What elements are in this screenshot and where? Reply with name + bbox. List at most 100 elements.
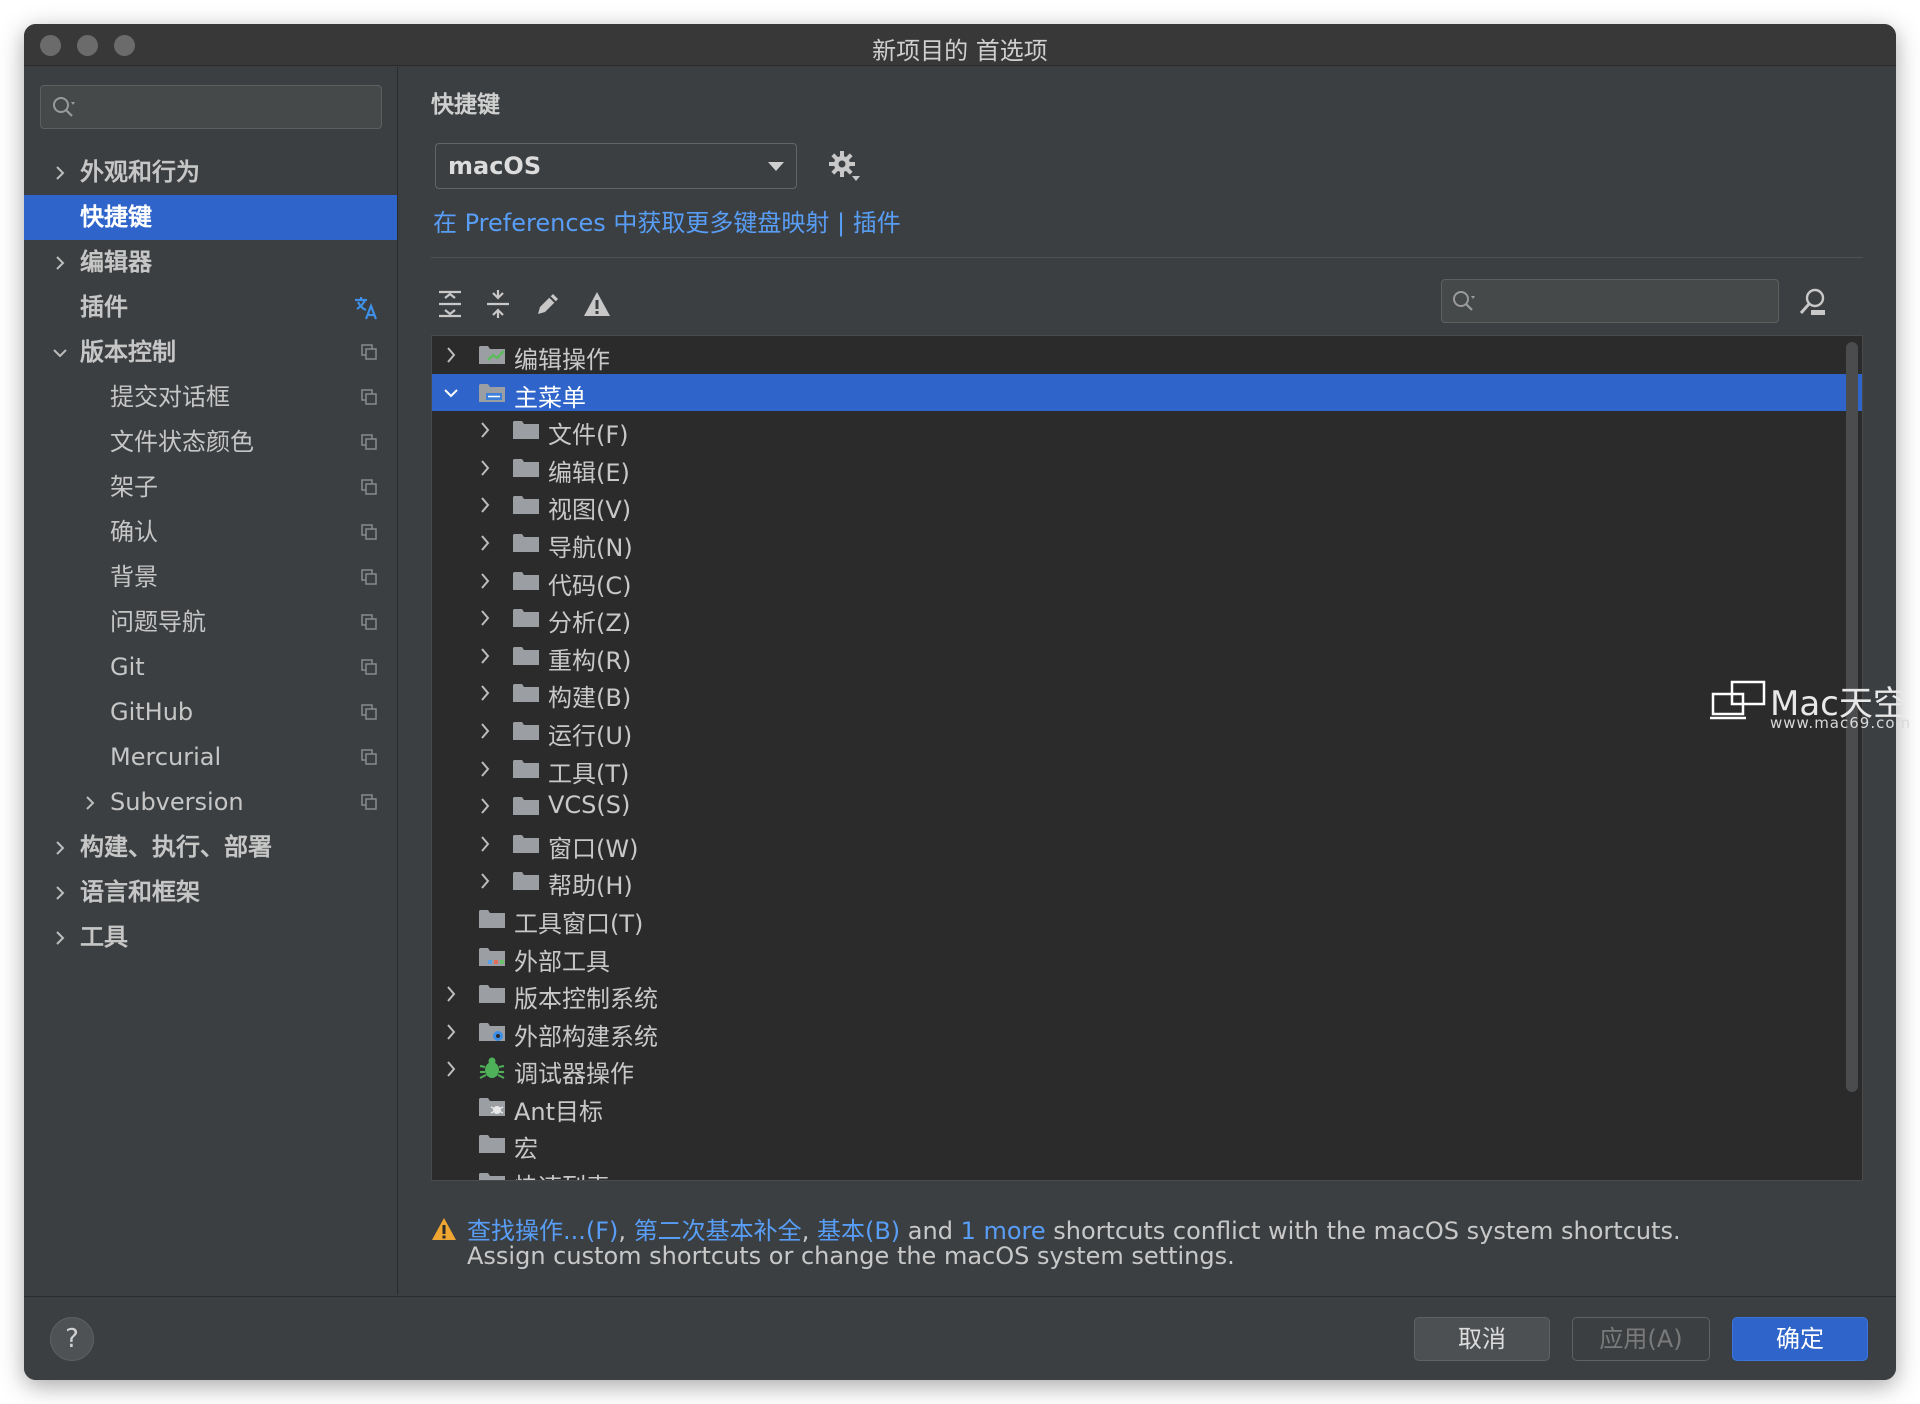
tree-row[interactable]: 重构(R) [432, 637, 1862, 675]
tree-row[interactable]: 工具窗口(T) [432, 900, 1862, 938]
chevron-right-icon[interactable] [478, 872, 492, 890]
tree-row-label: 快速列表 [514, 1167, 610, 1180]
sidebar-item[interactable]: Subversion [24, 780, 397, 825]
chevron-right-icon[interactable] [49, 870, 69, 915]
sidebar-item[interactable]: 文件状态颜色 [24, 420, 397, 465]
sidebar-item[interactable]: 快捷键 [24, 195, 397, 240]
expand-all-icon[interactable] [435, 289, 465, 319]
conflict-link-second-completion[interactable]: 第二次基本补全 [634, 1217, 802, 1245]
chevron-down-icon[interactable] [444, 384, 458, 402]
watermark-logo-icon [1710, 680, 1766, 720]
tree-row[interactable]: 调试器操作 [432, 1050, 1862, 1088]
tree-row[interactable]: Ant目标 [432, 1088, 1862, 1126]
folder-icon [479, 985, 505, 1004]
sidebar-item[interactable]: 编辑器 [24, 240, 397, 285]
sidebar-item[interactable]: Mercurial [24, 735, 397, 780]
gear-icon[interactable] [827, 149, 861, 183]
sidebar-search-input[interactable] [40, 85, 382, 129]
tree-row[interactable]: 帮助(H) [432, 862, 1862, 900]
chevron-right-icon[interactable] [49, 825, 69, 870]
sidebar-item[interactable]: 插件 [24, 285, 397, 330]
chevron-right-icon[interactable] [49, 240, 69, 285]
sidebar-item[interactable]: 确认 [24, 510, 397, 555]
tree-row-label: 主菜单 [514, 383, 586, 412]
chevron-right-icon[interactable] [478, 609, 492, 627]
tree-row-label: 导航(N) [548, 533, 633, 562]
copy-icon [361, 614, 377, 630]
collapse-all-icon[interactable] [483, 289, 513, 319]
chevron-right-icon[interactable] [444, 1060, 458, 1078]
chevron-right-icon[interactable] [478, 572, 492, 590]
sidebar-item[interactable]: 提交对话框 [24, 375, 397, 420]
ok-button[interactable]: 确定 [1732, 1317, 1868, 1361]
cancel-button[interactable]: 取消 [1414, 1317, 1550, 1361]
folder-icon [513, 721, 539, 740]
chevron-right-icon[interactable] [478, 496, 492, 514]
tree-row[interactable]: 编辑(E) [432, 449, 1862, 487]
sidebar-item[interactable]: 工具 [24, 915, 397, 960]
chevron-down-icon[interactable] [49, 330, 69, 375]
chevron-right-icon[interactable] [478, 534, 492, 552]
sidebar-item-label: 构建、执行、部署 [80, 833, 272, 861]
help-button[interactable]: ? [50, 1317, 94, 1361]
get-more-keymaps-link[interactable]: 在 Preferences 中获取更多键盘映射 | 插件 [433, 203, 901, 238]
apply-button[interactable]: 应用(A) [1572, 1317, 1710, 1361]
chevron-right-icon[interactable] [478, 760, 492, 778]
sidebar-item[interactable]: 构建、执行、部署 [24, 825, 397, 870]
tree-row[interactable]: 代码(C) [432, 562, 1862, 600]
sidebar-item[interactable]: 架子 [24, 465, 397, 510]
edit-icon[interactable] [533, 289, 563, 319]
tree-row[interactable]: 外部构建系统 [432, 1013, 1862, 1051]
chevron-right-icon[interactable] [478, 797, 492, 815]
sidebar-item[interactable]: 版本控制 [24, 330, 397, 375]
chevron-right-icon[interactable] [444, 1023, 458, 1041]
tree-row[interactable]: 窗口(W) [432, 825, 1862, 863]
sidebar-item[interactable]: 外观和行为 [24, 150, 397, 195]
copy-icon [361, 749, 377, 765]
tree-row[interactable]: 导航(N) [432, 524, 1862, 562]
chevron-right-icon[interactable] [49, 150, 69, 195]
tree-row[interactable]: 主菜单 [432, 373, 1862, 412]
tree-row-label: 视图(V) [548, 496, 632, 525]
find-by-shortcut-icon[interactable] [1797, 286, 1829, 318]
sidebar-item[interactable]: 语言和框架 [24, 870, 397, 915]
tree-row[interactable]: VCS(S) [432, 787, 1862, 825]
sidebar-item[interactable]: 背景 [24, 555, 397, 600]
chevron-right-icon[interactable] [478, 421, 492, 439]
chevron-right-icon[interactable] [478, 684, 492, 702]
chevron-right-icon[interactable] [478, 647, 492, 665]
window-title: 新项目的 首选项 [872, 37, 1048, 65]
conflict-link-more[interactable]: 1 more [961, 1217, 1046, 1245]
keymap-search-input[interactable] [1441, 279, 1779, 323]
tree-row[interactable]: 运行(U) [432, 712, 1862, 750]
sidebar-item[interactable]: Git [24, 645, 397, 690]
tree-row[interactable]: 宏 [432, 1125, 1862, 1163]
tree-row[interactable]: 工具(T) [432, 750, 1862, 788]
chevron-right-icon[interactable] [444, 985, 458, 1003]
tree-row[interactable]: 版本控制系统 [432, 975, 1862, 1013]
sidebar-item[interactable]: GitHub [24, 690, 397, 735]
chevron-right-icon[interactable] [478, 722, 492, 740]
tree-row[interactable]: 文件(F) [432, 411, 1862, 449]
chevron-right-icon[interactable] [444, 346, 458, 364]
chevron-right-icon[interactable] [478, 835, 492, 853]
warning-filter-icon[interactable] [582, 289, 612, 319]
tree-row[interactable]: 编辑操作 [432, 336, 1862, 374]
chevron-right-icon[interactable] [79, 780, 99, 825]
tree-row[interactable]: 视图(V) [432, 486, 1862, 524]
tree-row[interactable]: 分析(Z) [432, 599, 1862, 637]
chevron-right-icon[interactable] [49, 915, 69, 960]
conflict-link-find-action[interactable]: 查找操作...(F) [467, 1217, 618, 1245]
sidebar-item[interactable]: 问题导航 [24, 600, 397, 645]
keymap-select[interactable]: macOS [435, 143, 797, 189]
chevron-right-icon[interactable] [478, 459, 492, 477]
keymap-selected-value: macOS [448, 152, 542, 180]
chevron-down-icon [768, 162, 784, 171]
tree-row[interactable]: 构建(B) [432, 674, 1862, 712]
tree-row-label: Ant目标 [514, 1097, 604, 1126]
tree-row-label: 帮助(H) [548, 872, 633, 901]
conflict-link-basic[interactable]: 基本(B) [817, 1217, 900, 1245]
tree-row[interactable]: 快速列表 [432, 1163, 1862, 1180]
tree-row[interactable]: 外部工具 [432, 938, 1862, 976]
tree-row-label: 构建(B) [548, 684, 632, 713]
